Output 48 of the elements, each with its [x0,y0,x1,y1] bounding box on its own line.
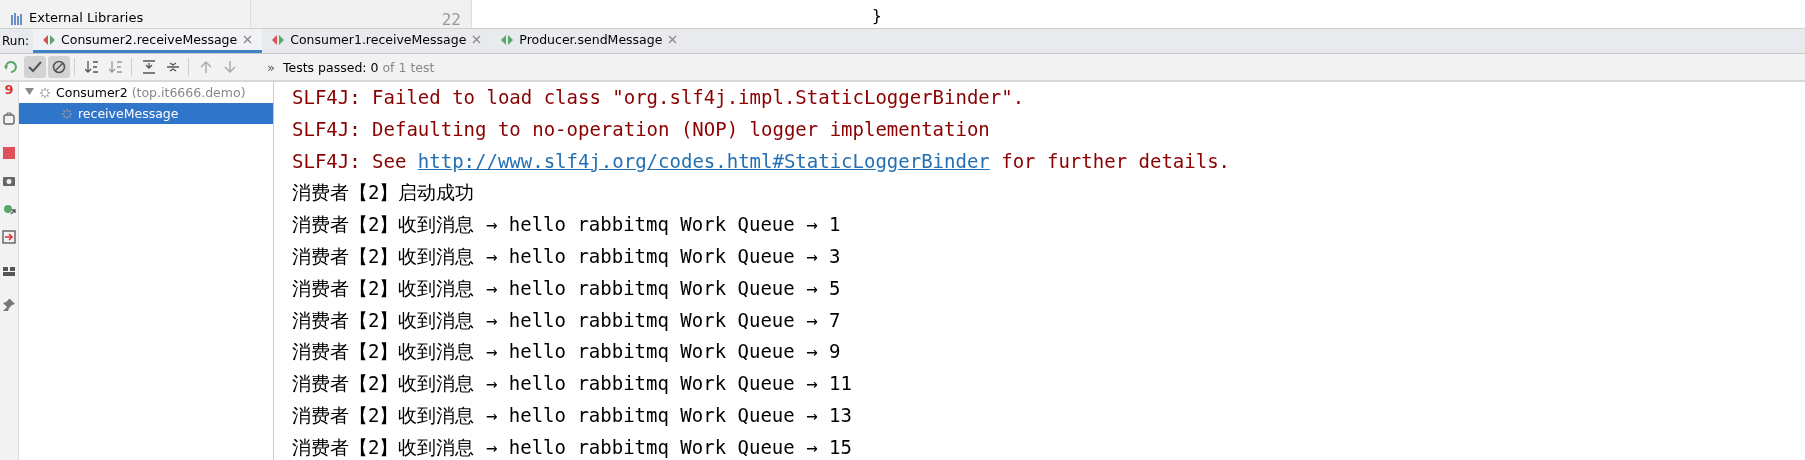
console-line: 消费者【2】启动成功 [292,180,476,206]
code-text: } [872,6,882,25]
stop-square-icon[interactable] [2,146,16,160]
run-tab[interactable]: Consumer1.receiveMessage [262,29,492,53]
camera-icon[interactable] [2,174,16,188]
check-icon [28,61,42,73]
console-line: 消费者【2】收到消息 → hello rabbitmq Work Queue → 11 [292,371,853,397]
stop-icon [52,60,66,74]
tree-node[interactable]: Consumer2 (top.it6666.demo) [19,82,273,103]
console-line: SLF4J: See http://www.slf4j.org/codes.html#StaticLoggerBinder for further details. [292,148,1230,174]
spinner-icon [39,86,51,99]
console-line: 消费者【2】收到消息 → hello rabbitmq Work Queue → 1 [292,212,842,238]
layout-icon[interactable] [2,264,16,278]
console-line: 消费者【2】收到消息 → hello rabbitmq Work Queue → 9 [292,339,842,365]
more-button[interactable]: » [267,59,275,75]
debug-icon[interactable] [2,202,16,216]
spinner-icon [61,107,73,120]
console-line: 消费者【2】收到消息 → hello rabbitmq Work Queue → 15 [292,434,853,460]
close-icon[interactable] [243,35,253,44]
library-icon [10,13,24,25]
close-icon[interactable] [472,35,482,44]
node-label: Consumer2 (top.it6666.demo) [56,85,246,100]
sort-duration-icon[interactable] [109,60,123,74]
show-passed-toggle[interactable] [24,56,46,78]
console-line: 消费者【2】收到消息 → hello rabbitmq Work Queue → 7 [292,307,842,333]
rerun-icon[interactable] [4,60,18,74]
run-tab[interactable]: Producer.sendMessage [491,29,688,53]
close-icon[interactable] [668,35,678,44]
run-label: Run: [1,33,31,50]
link[interactable]: http://www.slf4j.org/codes.html#StaticLoggerBinder [417,149,990,172]
console-line: SLF4J: Failed to load class "org.slf4j.impl.StaticLoggerBinder". [292,85,1026,110]
expanded-arrow-icon[interactable] [25,87,34,96]
badge-count: 9 [4,82,14,98]
console-line: SLF4J: Defaulting to no-operation (NOP) logger implementation [292,116,991,142]
exit-icon[interactable] [2,230,16,244]
test-status: Tests passed: 0 [282,59,379,75]
run-tab[interactable]: Consumer2.receiveMessage [33,29,263,53]
tree-node[interactable]: receiveMessage [19,103,273,124]
test-count: of 1 test [382,59,435,75]
line-number: 22 [441,12,461,28]
console-line: 消费者【2】收到消息 → hello rabbitmq Work Queue → 3 [292,244,842,269]
console-line: 消费者【2】收到消息 → hello rabbitmq Work Queue → 13 [292,402,853,428]
sort-alpha-icon[interactable] [85,60,99,74]
console-line: 消费者【2】收到消息 → hello rabbitmq Work Queue → 5 [292,275,842,301]
expand-all-icon[interactable] [142,60,156,74]
show-ignored-toggle[interactable] [48,56,70,78]
pin-icon[interactable] [2,298,16,312]
collapse-all-icon[interactable] [166,60,180,74]
